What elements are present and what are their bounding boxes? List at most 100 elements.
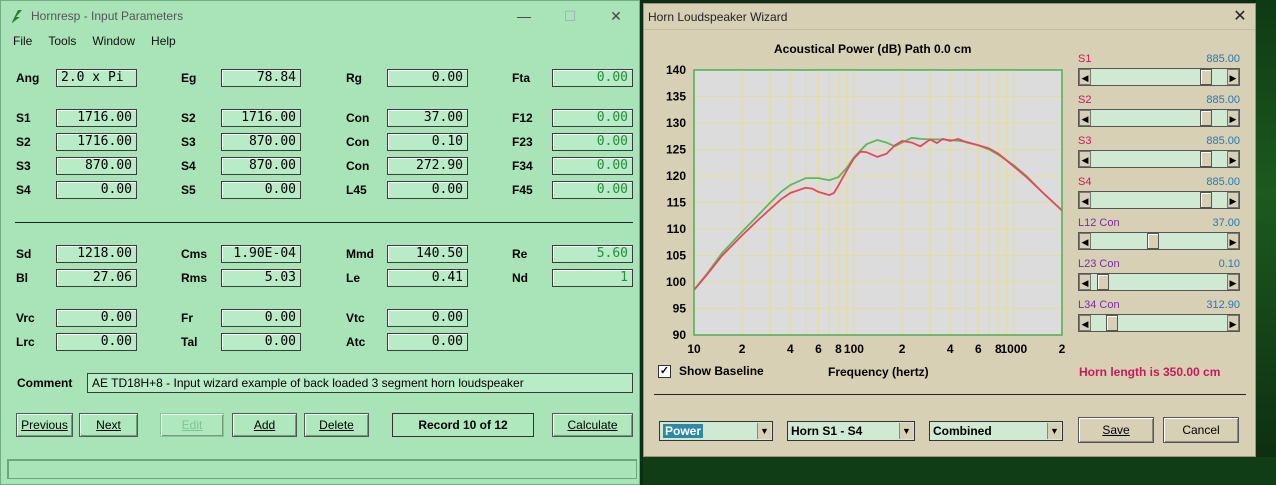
delete-button[interactable]: Delete [304,413,369,437]
field-input[interactable]: 1716.00 [56,109,137,127]
horn-loudspeaker-wizard-window: Horn Loudspeaker Wizard ✕ Acoustical Pow… [643,3,1256,457]
field-input[interactable]: 37.00 [387,109,468,127]
field-input[interactable]: 0.00 [387,69,468,87]
slider-left-arrow-icon[interactable]: ◀ [1079,274,1091,290]
slider-value: 885.00 [1206,135,1240,147]
field-input[interactable]: 140.50 [387,245,468,263]
field-input[interactable]: 0.00 [552,157,633,175]
slider-thumb[interactable] [1200,151,1213,167]
field-input[interactable]: 0.00 [552,133,633,151]
wizard-close-button[interactable]: ✕ [1231,8,1249,26]
plot-type-select[interactable]: Power ▼ [659,421,773,441]
chevron-down-icon[interactable]: ▼ [899,423,913,439]
slider-right-arrow-icon[interactable]: ▶ [1227,233,1239,249]
slider-thumb[interactable] [1200,69,1213,85]
slider-thumb[interactable] [1200,192,1213,208]
maximize-button[interactable]: ☐ [547,1,593,31]
slider-track[interactable]: ◀ ▶ [1078,232,1240,250]
minimize-button[interactable]: — [501,1,547,31]
slider-right-arrow-icon[interactable]: ▶ [1227,151,1239,167]
field-input[interactable]: 0.00 [221,181,301,199]
field-input[interactable]: 0.00 [387,309,468,327]
save-button[interactable]: Save [1078,417,1154,443]
comment-field[interactable]: AE TD18H+8 - Input wizard example of bac… [87,373,633,393]
slider-label: L23 Con [1078,258,1120,270]
wizard-titlebar[interactable]: Horn Loudspeaker Wizard [644,4,1255,30]
field-input[interactable]: 27.06 [56,269,137,287]
edit-button[interactable]: Edit [160,413,224,437]
field-input[interactable]: 78.84 [221,69,301,87]
titlebar[interactable]: Hornresp - Input Parameters — ☐ ✕ [1,1,639,31]
field-input[interactable]: 0.00 [552,69,633,87]
menu-window[interactable]: Window [84,34,143,48]
horn-section-select[interactable]: Horn S1 - S4 ▼ [787,421,915,441]
field-input[interactable]: 2.0 x Pi [56,69,137,87]
x-tick-label: 100 [844,342,864,356]
show-baseline-checkbox[interactable]: ✓ [658,364,671,378]
field-input[interactable]: 870.00 [56,157,137,175]
slider-right-arrow-icon[interactable]: ▶ [1227,192,1239,208]
slider-thumb[interactable] [1146,233,1159,249]
chevron-down-icon[interactable]: ▼ [1047,423,1061,439]
field-label: F45 [512,183,533,197]
chart-heading: Acoustical Power (dB) Path 0.0 cm [774,42,972,56]
menu-file[interactable]: File [5,34,40,48]
field-input[interactable]: 5.03 [221,269,301,287]
slider-thumb[interactable] [1097,274,1110,290]
field-label: S3 [181,135,196,149]
slider-thumb[interactable] [1105,315,1118,331]
slider-left-arrow-icon[interactable]: ◀ [1079,192,1091,208]
slider-track[interactable]: ◀ ▶ [1078,109,1240,127]
slider-track[interactable]: ◀ ▶ [1078,314,1240,332]
field-label: Mmd [346,247,374,261]
cancel-button[interactable]: Cancel [1163,417,1239,443]
slider-left-arrow-icon[interactable]: ◀ [1079,315,1091,331]
menu-help[interactable]: Help [143,34,184,48]
field-input[interactable]: 0.00 [221,333,301,351]
slider-track[interactable]: ◀ ▶ [1078,150,1240,168]
field-input[interactable]: 0.00 [552,109,633,127]
field-input[interactable]: 0.00 [387,181,468,199]
field-input[interactable]: 1716.00 [56,133,137,151]
frequency-axis-label: Frequency (hertz) [828,365,929,379]
close-button[interactable]: ✕ [593,1,639,31]
field-input[interactable]: 1218.00 [56,245,137,263]
slider-right-arrow-icon[interactable]: ▶ [1227,69,1239,85]
chevron-down-icon[interactable]: ▼ [757,423,771,439]
slider-right-arrow-icon[interactable]: ▶ [1227,110,1239,126]
combination-mode-select[interactable]: Combined ▼ [929,421,1063,441]
field-input[interactable]: 1.90E-04 [221,245,301,263]
next-button[interactable]: Next [79,413,138,437]
slider-left-arrow-icon[interactable]: ◀ [1079,69,1091,85]
field-input[interactable]: 0.00 [56,309,137,327]
add-button[interactable]: Add [232,413,297,437]
slider-right-arrow-icon[interactable]: ▶ [1227,315,1239,331]
field-input[interactable]: 0.00 [56,333,137,351]
slider-left-arrow-icon[interactable]: ◀ [1079,151,1091,167]
slider-left-arrow-icon[interactable]: ◀ [1079,233,1091,249]
previous-button[interactable]: Previous [16,413,73,437]
field-input[interactable]: 0.10 [387,133,468,151]
slider-label: S3 [1078,135,1092,147]
field-input[interactable]: 1716.00 [221,109,301,127]
slider-right-arrow-icon[interactable]: ▶ [1227,274,1239,290]
field-input[interactable]: 1 [552,269,633,287]
comment-label: Comment [17,376,73,390]
slider-track[interactable]: ◀ ▶ [1078,273,1240,291]
field-input[interactable]: 870.00 [221,133,301,151]
field-input[interactable]: 0.00 [221,309,301,327]
field-input[interactable]: 0.00 [552,181,633,199]
slider-thumb[interactable] [1200,110,1213,126]
menu-tools[interactable]: Tools [40,34,84,48]
slider-left-arrow-icon[interactable]: ◀ [1079,110,1091,126]
slider-track[interactable]: ◀ ▶ [1078,68,1240,86]
field-input[interactable]: 272.90 [387,157,468,175]
slider-track[interactable]: ◀ ▶ [1078,191,1240,209]
field-input[interactable]: 870.00 [221,157,301,175]
field-input[interactable]: 0.00 [387,333,468,351]
field-input[interactable]: 0.00 [56,181,137,199]
show-baseline-option[interactable]: ✓ Show Baseline [658,364,764,378]
field-input[interactable]: 0.41 [387,269,468,287]
calculate-button[interactable]: Calculate [552,413,633,437]
field-input[interactable]: 5.60 [552,245,633,263]
